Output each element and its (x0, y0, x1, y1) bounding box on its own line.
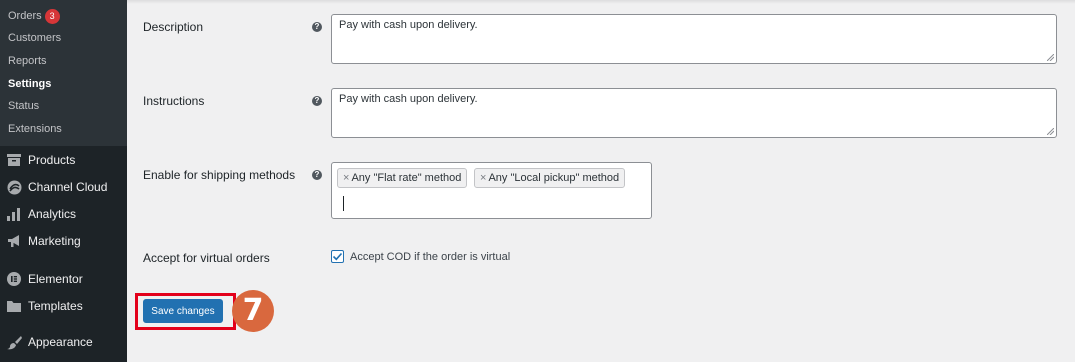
instructions-help-icon[interactable]: ? (312, 96, 322, 106)
accept-cod-virtual-label[interactable]: Accept COD if the order is virtual (350, 251, 510, 263)
menu-channel-cloud[interactable]: Channel Cloud (0, 174, 127, 200)
bar-chart-icon (6, 206, 22, 222)
elementor-icon (6, 271, 22, 287)
resize-handle-icon[interactable] (1047, 128, 1054, 135)
woocommerce-submenu: Orders 3 Customers Reports Settings Statu… (0, 0, 127, 146)
menu-marketing-label: Marketing (28, 234, 81, 248)
submenu-orders[interactable]: Orders 3 (8, 9, 60, 24)
shipping-method-tag: × Any "Flat rate" method (337, 168, 468, 188)
submenu-reports[interactable]: Reports (8, 54, 47, 68)
instructions-label: Instructions (143, 94, 205, 108)
shipping-methods-help-icon[interactable]: ? (312, 170, 322, 180)
virtual-orders-label: Accept for virtual orders (143, 251, 270, 265)
top-shadow (127, 0, 1075, 4)
menu-templates[interactable]: Templates (0, 293, 127, 319)
channel-cloud-icon (6, 179, 22, 195)
checkmark-icon (332, 252, 343, 261)
menu-analytics-label: Analytics (28, 207, 77, 221)
menu-elementor-label: Elementor (28, 272, 83, 286)
description-label: Description (143, 20, 204, 34)
submenu-customers[interactable]: Customers (8, 31, 61, 45)
shipping-method-tag-label: Any "Flat rate" method (351, 172, 462, 184)
shipping-methods-label: Enable for shipping methods (143, 168, 296, 182)
resize-handle-icon[interactable] (1047, 54, 1054, 61)
description-value: Pay with cash upon delivery. (339, 19, 478, 31)
menu-appearance[interactable]: Appearance (0, 329, 127, 355)
remove-tag-icon[interactable]: × (343, 172, 349, 184)
folder-icon (6, 298, 22, 314)
text-cursor (343, 196, 344, 211)
shipping-method-tag: × Any "Local pickup" method (474, 168, 626, 188)
shipping-method-tag-label: Any "Local pickup" method (488, 172, 620, 184)
submenu-orders-label: Orders (8, 10, 42, 22)
paintbrush-icon (6, 334, 22, 350)
archive-icon (6, 152, 22, 168)
submenu-extensions[interactable]: Extensions (8, 122, 62, 136)
step-number-badge: 7 (232, 290, 274, 332)
admin-sidebar: Orders 3 Customers Reports Settings Statu… (0, 0, 127, 362)
settings-form: Description ? Pay with cash upon deliver… (127, 0, 1075, 362)
instructions-textarea[interactable]: Pay with cash upon delivery. (331, 88, 1057, 138)
shipping-methods-select[interactable]: × Any "Flat rate" method × Any "Local pick… (331, 162, 652, 219)
submenu-status[interactable]: Status (8, 99, 39, 113)
menu-analytics[interactable]: Analytics (0, 201, 127, 227)
menu-channel-cloud-label: Channel Cloud (28, 180, 108, 194)
description-textarea[interactable]: Pay with cash upon delivery. (331, 14, 1057, 64)
megaphone-icon (6, 233, 22, 249)
accept-cod-virtual-checkbox[interactable] (331, 250, 344, 263)
menu-appearance-label: Appearance (28, 335, 93, 349)
description-help-icon[interactable]: ? (312, 22, 322, 32)
save-changes-button[interactable]: Save changes (143, 299, 223, 323)
instructions-value: Pay with cash upon delivery. (339, 93, 478, 105)
orders-count-badge: 3 (44, 9, 60, 24)
menu-templates-label: Templates (28, 299, 83, 313)
menu-elementor[interactable]: Elementor (0, 266, 127, 292)
remove-tag-icon[interactable]: × (480, 172, 486, 184)
menu-products[interactable]: Products (0, 147, 127, 173)
menu-marketing[interactable]: Marketing (0, 228, 127, 254)
submenu-settings[interactable]: Settings (8, 77, 51, 91)
menu-products-label: Products (28, 153, 76, 167)
